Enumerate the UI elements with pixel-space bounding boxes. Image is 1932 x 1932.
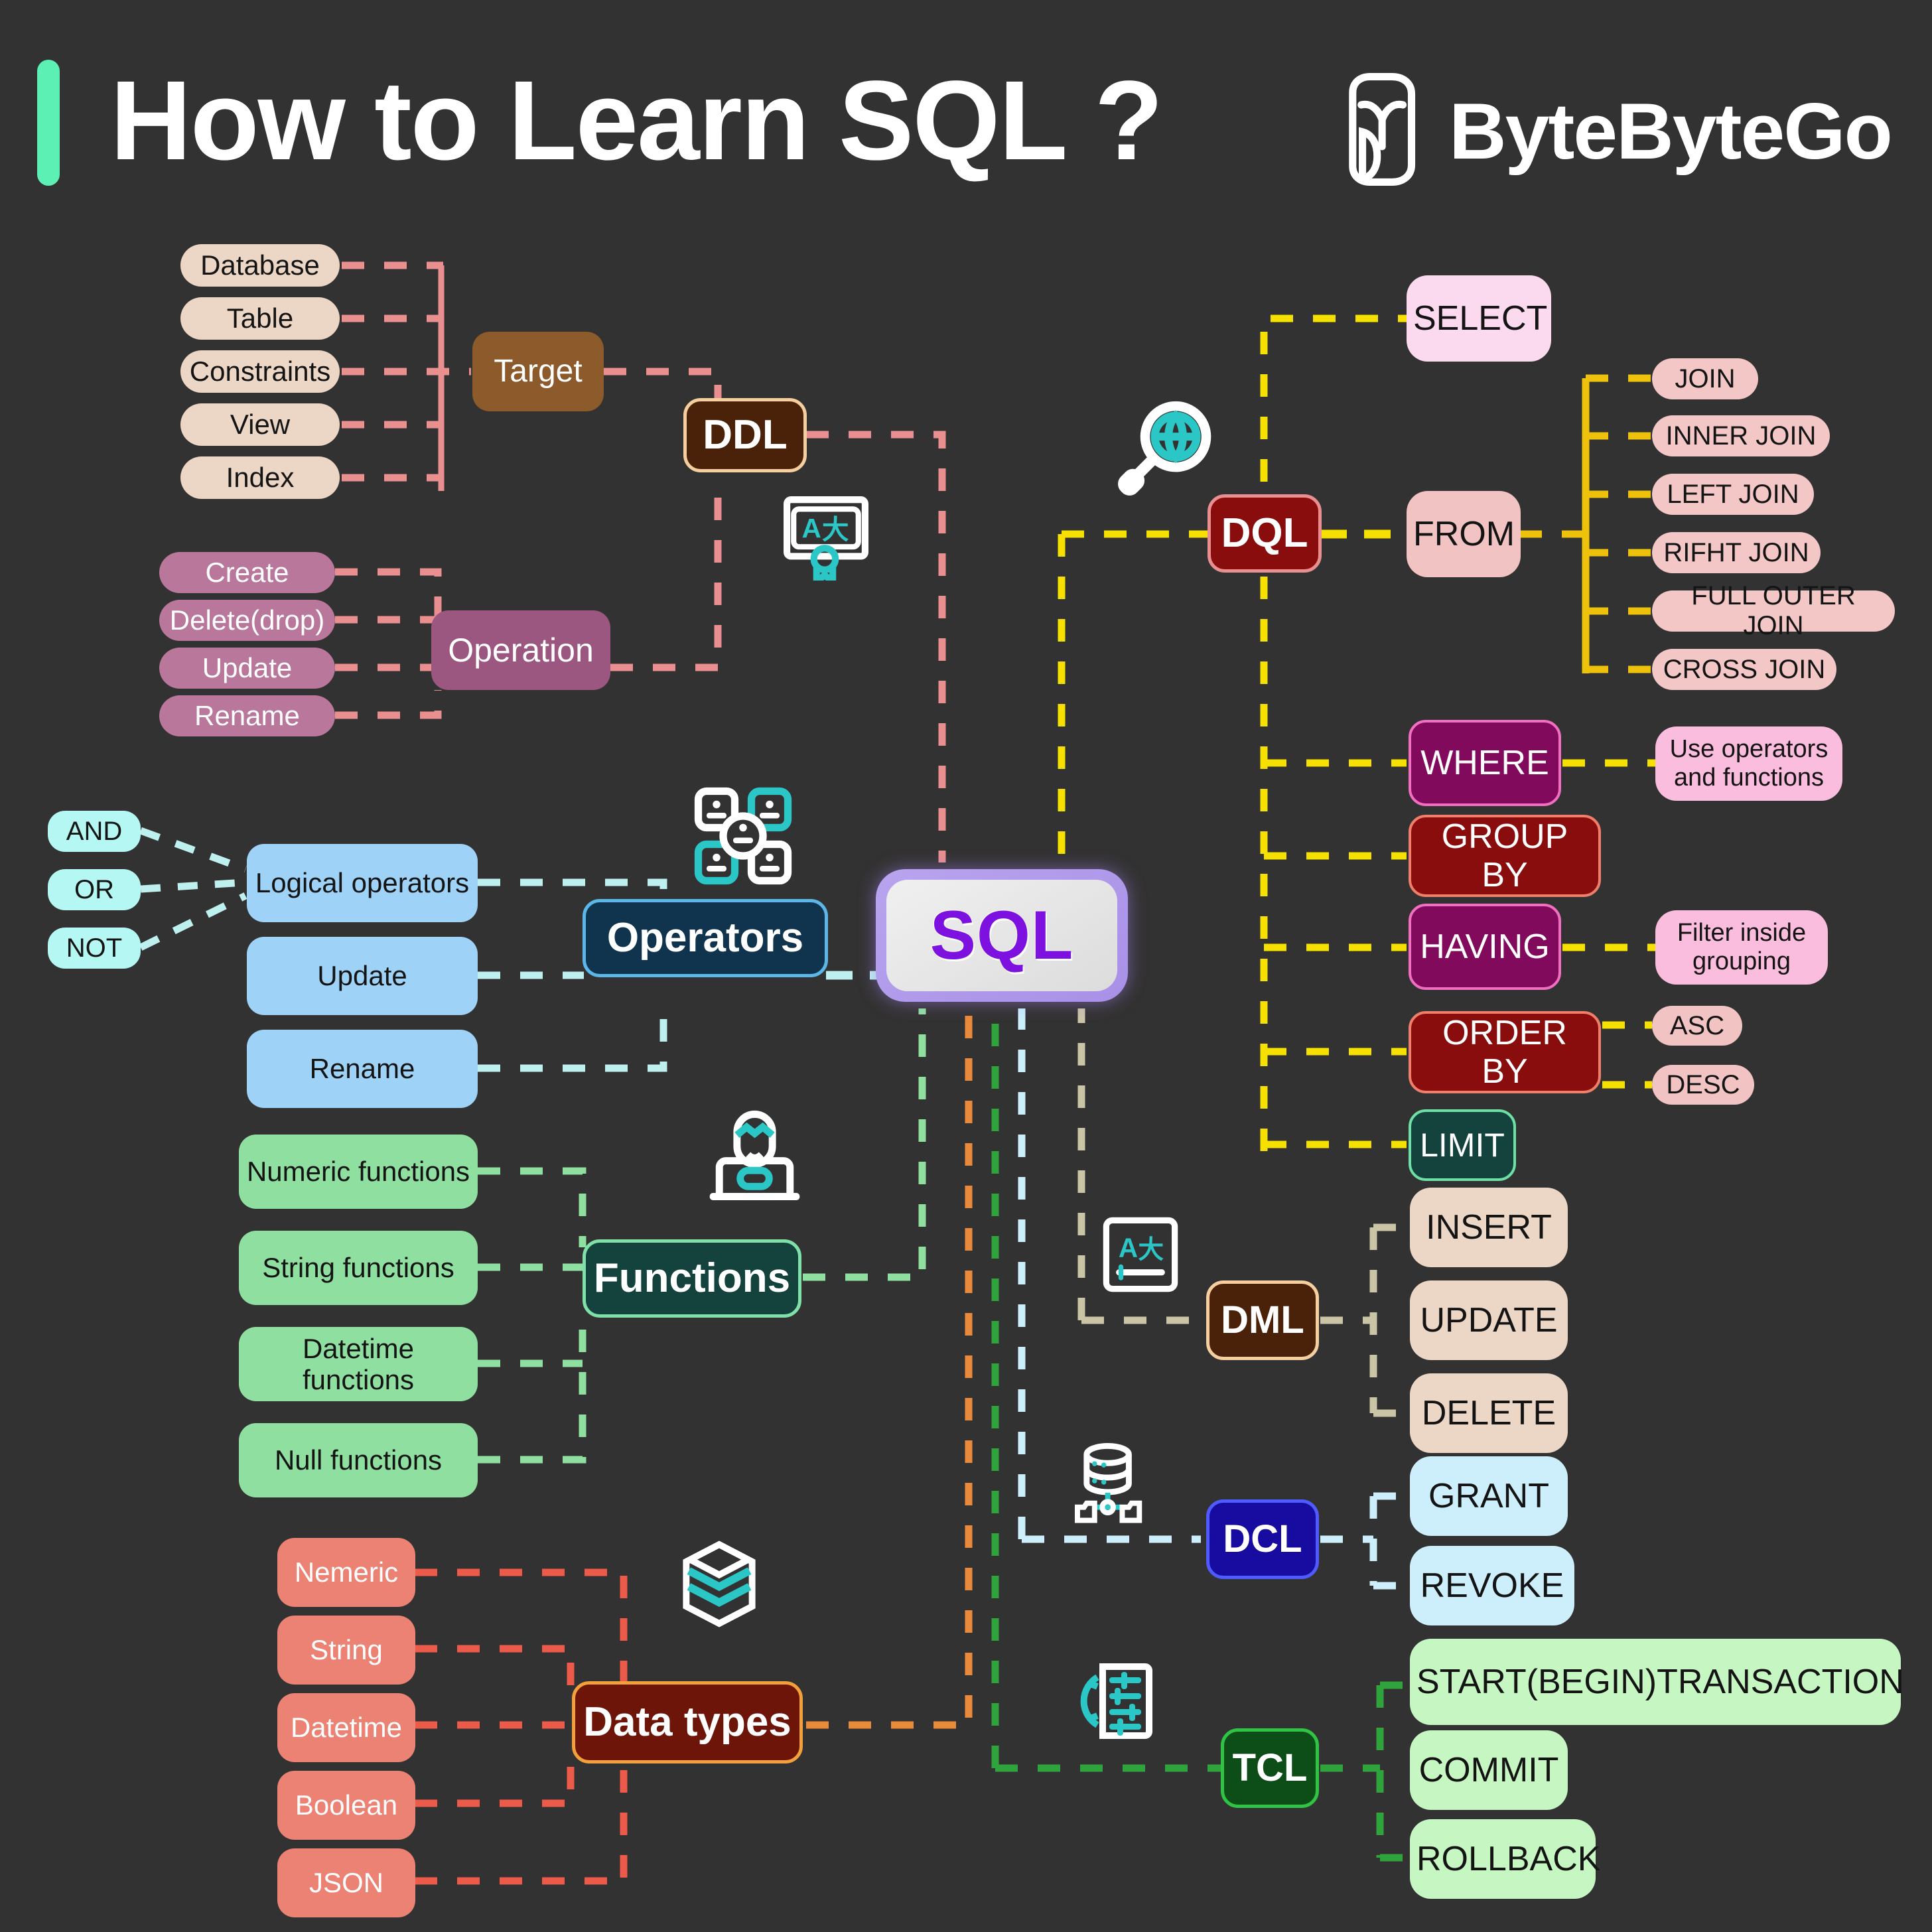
dql-clause-limit[interactable]: LIMIT: [1409, 1109, 1516, 1181]
dql-hub[interactable]: DQL: [1208, 494, 1322, 573]
svg-text:大: 大: [822, 514, 849, 545]
functions-item-string[interactable]: String functions: [239, 1231, 478, 1305]
operators-item-logical[interactable]: Logical operators: [247, 844, 478, 922]
datatypes-item-numeric[interactable]: Nemeric: [277, 1538, 415, 1607]
brand-logo: ByteByteGo: [1340, 73, 1893, 189]
dql-clause-select[interactable]: SELECT: [1407, 275, 1551, 362]
operators-logical-or[interactable]: OR: [48, 869, 141, 910]
ddl-operation-hub[interactable]: Operation: [431, 610, 610, 690]
ddl-target-item-view[interactable]: View: [180, 403, 340, 446]
operators-item-rename[interactable]: Rename: [247, 1030, 478, 1108]
operator-grid-icon: [690, 783, 796, 889]
tcl-item-commit[interactable]: COMMIT: [1410, 1730, 1568, 1810]
functions-item-datetime[interactable]: Datetime functions: [239, 1327, 478, 1401]
dml-item-update[interactable]: UPDATE: [1410, 1280, 1568, 1360]
globe-search-icon: [1115, 398, 1217, 501]
certificate-board-icon: A 大: [1101, 1215, 1180, 1294]
sql-center-inner: SQL: [886, 880, 1117, 991]
dql-where-note: Use operators and functions: [1655, 726, 1842, 801]
datatypes-item-boolean[interactable]: Boolean: [277, 1771, 415, 1840]
operators-logical-not[interactable]: NOT: [48, 928, 141, 969]
dql-order-asc[interactable]: ASC: [1652, 1006, 1742, 1046]
dml-item-delete[interactable]: DELETE: [1410, 1373, 1568, 1453]
ddl-target-item-constraints[interactable]: Constraints: [180, 350, 340, 393]
tcl-hub[interactable]: TCL: [1221, 1728, 1319, 1808]
bytebytego-logo-icon: [1340, 73, 1426, 189]
person-laptop-icon: [703, 1101, 806, 1204]
dql-clause-having[interactable]: HAVING: [1409, 904, 1561, 990]
sql-center-label: SQL: [930, 896, 1074, 974]
tcl-item-rollback[interactable]: ROLLBACK: [1410, 1819, 1600, 1899]
dql-join-left[interactable]: LEFT JOIN: [1652, 474, 1814, 515]
layers-stack-icon: [677, 1539, 762, 1629]
ddl-target-item-index[interactable]: Index: [180, 456, 340, 499]
dcl-item-grant[interactable]: GRANT: [1410, 1456, 1568, 1536]
ddl-operation-item-delete[interactable]: Delete(drop): [159, 600, 335, 641]
datatypes-item-datetime[interactable]: Datetime: [277, 1693, 415, 1762]
ddl-operation-item-create[interactable]: Create: [159, 552, 335, 593]
operators-item-update[interactable]: Update: [247, 937, 478, 1015]
dcl-item-revoke[interactable]: REVOKE: [1410, 1546, 1574, 1625]
certificate-board-icon: A 大: [783, 494, 869, 581]
ddl-target-item-database[interactable]: Database: [180, 244, 340, 287]
ddl-operation-item-rename[interactable]: Rename: [159, 695, 335, 736]
infographic-canvas: How to Learn SQL ? ByteByteGo SQL Databa…: [0, 0, 1932, 1932]
tcl-item-start-transaction[interactable]: START(BEGIN)TRANSACTION: [1410, 1639, 1904, 1725]
functions-hub[interactable]: Functions: [583, 1239, 801, 1318]
dql-join-join[interactable]: JOIN: [1652, 358, 1758, 399]
dql-join-full-outer[interactable]: FULL OUTER JOIN: [1652, 581, 1895, 640]
functions-item-null[interactable]: Null functions: [239, 1423, 478, 1497]
brand-name: ByteByteGo: [1449, 86, 1893, 176]
sql-center-node[interactable]: SQL: [876, 869, 1128, 1002]
ddl-operation-item-update[interactable]: Update: [159, 648, 335, 689]
svg-text:A: A: [1119, 1233, 1138, 1263]
datatypes-item-string[interactable]: String: [277, 1616, 415, 1685]
svg-text:A: A: [801, 513, 821, 543]
page-title: How to Learn SQL ?: [110, 58, 1163, 184]
title-accent-bar: [37, 60, 60, 186]
datatypes-hub[interactable]: Data types: [572, 1681, 803, 1763]
dql-having-note: Filter inside grouping: [1655, 910, 1828, 985]
datatypes-item-json[interactable]: JSON: [277, 1848, 415, 1917]
functions-item-numeric[interactable]: Numeric functions: [239, 1135, 478, 1209]
svg-text:大: 大: [1138, 1236, 1164, 1265]
dql-join-right[interactable]: RIFHT JOIN: [1652, 532, 1821, 573]
dql-clause-from[interactable]: FROM: [1407, 491, 1521, 577]
dql-clause-group-by[interactable]: GROUP BY: [1409, 815, 1601, 897]
dql-clause-where[interactable]: WHERE: [1409, 720, 1561, 806]
dql-join-inner[interactable]: INNER JOIN: [1652, 415, 1830, 456]
ddl-hub[interactable]: DDL: [683, 398, 807, 472]
dql-join-cross[interactable]: CROSS JOIN: [1652, 649, 1836, 690]
dml-item-insert[interactable]: INSERT: [1410, 1188, 1568, 1267]
settings-sliders-icon: [1073, 1659, 1158, 1744]
dcl-hub[interactable]: DCL: [1206, 1499, 1319, 1579]
ddl-target-hub[interactable]: Target: [472, 332, 604, 411]
dql-clause-order-by[interactable]: ORDER BY: [1409, 1011, 1601, 1093]
operators-hub[interactable]: Operators: [583, 899, 828, 977]
ddl-target-item-table[interactable]: Table: [180, 297, 340, 340]
dql-order-desc[interactable]: DESC: [1652, 1065, 1754, 1105]
operators-logical-and[interactable]: AND: [48, 811, 141, 852]
database-share-icon: [1075, 1441, 1164, 1526]
dml-hub[interactable]: DML: [1206, 1280, 1319, 1360]
